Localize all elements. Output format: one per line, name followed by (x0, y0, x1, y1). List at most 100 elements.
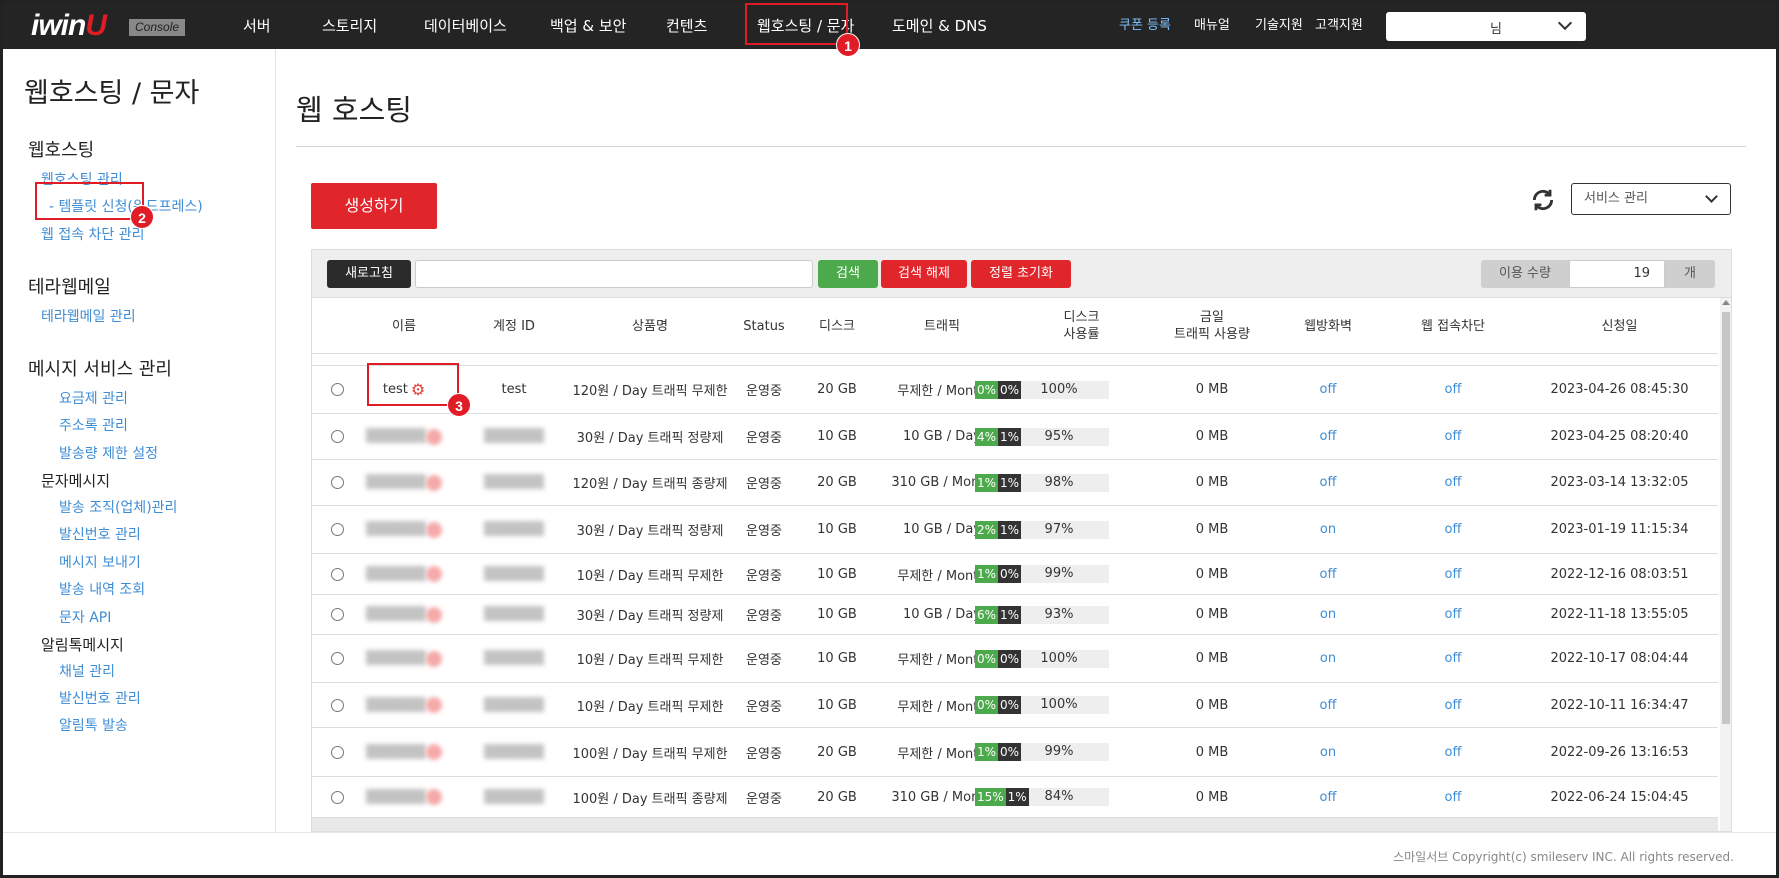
row-select-radio[interactable] (331, 652, 344, 665)
gear-icon[interactable] (426, 789, 442, 805)
sidebar-item-alimtalk-send[interactable]: 알림톡 발송 (59, 715, 128, 735)
gear-icon[interactable] (426, 428, 442, 445)
row-select-radio[interactable] (331, 608, 344, 621)
sidebar-item-send-limit[interactable]: 발송량 제한 설정 (59, 443, 158, 463)
sidebar-item-send-message[interactable]: 메시지 보내기 (59, 552, 141, 572)
row-select-radio[interactable] (331, 383, 344, 396)
table-row[interactable]: ▒▒▒▒▒▒ ▒▒▒▒▒▒ 100원 / Day 트래픽 종량제 운영중 20 GB 31… (312, 777, 1718, 818)
gear-icon[interactable] (426, 521, 442, 538)
nav-backup-security[interactable]: 백업 & 보안 (550, 3, 626, 49)
cell-name[interactable]: ▒▒▒▒▒▒ (352, 506, 456, 553)
cell-block[interactable]: off (1385, 595, 1521, 634)
row-select-radio[interactable] (331, 567, 344, 581)
col-web-block[interactable]: 웹 접속차단 (1385, 298, 1521, 354)
table-row[interactable]: ▒▒▒▒▒▒ ▒▒▒▒▒▒ 30원 / Day 트래픽 정량제 운영중 10 GB 10 … (312, 595, 1718, 635)
cell-block[interactable]: off (1385, 366, 1521, 413)
sidebar-item-sms-api[interactable]: 문자 API (59, 607, 111, 627)
col-account[interactable]: 계정 ID (456, 298, 572, 354)
table-row[interactable]: ▒▒▒▒▒▒ ▒▒▒▒▒▒ 30원 / Day 트래픽 정량제 운영중 10 GB 10 … (312, 414, 1718, 460)
cell-block[interactable]: off (1385, 460, 1521, 505)
tech-support-link[interactable]: 기술지원 (1255, 3, 1303, 49)
col-traffic[interactable]: 트래픽 (874, 298, 1010, 354)
scroll-up-arrow-icon[interactable] (1722, 300, 1730, 305)
cell-block[interactable]: off (1385, 414, 1521, 459)
nav-domain-dns[interactable]: 도메인 & DNS (892, 3, 987, 49)
cell-block[interactable]: off (1385, 683, 1521, 727)
cell-waf[interactable]: off (1271, 554, 1385, 594)
nav-database[interactable]: 데이터베이스 (424, 3, 507, 49)
cell-waf[interactable]: on (1271, 728, 1385, 776)
sort-reset-button[interactable]: 정렬 초기화 (971, 260, 1071, 288)
cell-name[interactable]: ▒▒▒▒▒▒ (352, 728, 456, 776)
col-disk-usage[interactable]: 디스크 사용률 (1010, 298, 1153, 354)
cell-waf[interactable]: on (1271, 595, 1385, 634)
gear-icon[interactable] (426, 650, 442, 667)
sidebar-item-sender-number[interactable]: 발신번호 관리 (59, 524, 141, 544)
sidebar-item-web-block[interactable]: 웹 접속 차단 관리 (41, 224, 145, 244)
cell-block[interactable]: off (1385, 777, 1521, 817)
customer-support-link[interactable]: 고객지원 (1315, 3, 1363, 49)
cell-name[interactable]: ▒▒▒▒▒▒ (352, 635, 456, 682)
sidebar-item-plan[interactable]: 요금제 관리 (59, 388, 128, 408)
table-row[interactable]: ▒▒▒▒▒▒ ▒▒▒▒▒▒ 30원 / Day 트래픽 정량제 운영중 10 GB 10 … (312, 506, 1718, 554)
refresh-icon[interactable] (1530, 187, 1556, 213)
sidebar-item-sender-org[interactable]: 발송 조직(업체)관리 (59, 497, 177, 517)
table-row[interactable]: test ⚙ test 120원 / Day 트래픽 무제한 운영중 20 GB 무제한 /… (312, 366, 1718, 414)
sidebar-item-terawebmail-manage[interactable]: 테라웹메일 관리 (41, 306, 136, 326)
cell-block[interactable]: off (1385, 554, 1521, 594)
col-product[interactable]: 상품명 (572, 298, 728, 354)
row-select-radio[interactable] (331, 790, 344, 804)
table-row[interactable]: ▒▒▒▒▒▒ ▒▒▒▒▒▒ 10원 / Day 트래픽 무제한 운영중 10 GB 무제한… (312, 635, 1718, 683)
cell-waf[interactable]: off (1271, 460, 1385, 505)
nav-server[interactable]: 서버 (243, 3, 271, 49)
cell-name[interactable]: ▒▒▒▒▒▒ (352, 683, 456, 727)
table-row[interactable]: ▒▒▒▒▒▒ ▒▒▒▒▒▒ 10원 / Day 트래픽 무제한 운영중 10 GB 무제한… (312, 554, 1718, 595)
col-date[interactable]: 신청일 (1521, 298, 1718, 354)
nav-contents[interactable]: 컨텐츠 (666, 3, 707, 49)
cell-name[interactable]: ▒▒▒▒▒▒ (352, 777, 456, 817)
gear-icon[interactable] (426, 744, 442, 760)
gear-icon[interactable] (426, 606, 442, 623)
cell-name[interactable]: ▒▒▒▒▒▒ (352, 554, 456, 594)
cell-name[interactable]: ▒▒▒▒▒▒ (352, 595, 456, 634)
table-row[interactable]: ▒▒▒▒▒▒ ▒▒▒▒▒▒ 120원 / Day 트래픽 종량제 운영중 20 GB 31… (312, 460, 1718, 506)
col-waf[interactable]: 웹방화벽 (1271, 298, 1385, 354)
table-row[interactable]: ▒▒▒▒▒▒ ▒▒▒▒▒▒ 10원 / Day 트래픽 무제한 운영중 10 GB 무제한… (312, 683, 1718, 728)
cell-name[interactable]: ▒▒▒▒▒▒ (352, 414, 456, 459)
cell-waf[interactable]: on (1271, 506, 1385, 553)
cell-waf[interactable]: off (1271, 366, 1385, 413)
iwin-logo[interactable]: iwinU (31, 9, 107, 43)
sidebar-item-channel[interactable]: 채널 관리 (59, 661, 115, 681)
cell-waf[interactable]: on (1271, 635, 1385, 682)
sidebar-item-alimtalk-sender[interactable]: 발신번호 관리 (59, 688, 141, 708)
nav-storage[interactable]: 스토리지 (322, 3, 377, 49)
row-select-radio[interactable] (331, 476, 344, 489)
cell-block[interactable]: off (1385, 635, 1521, 682)
row-select-radio[interactable] (331, 430, 344, 443)
col-today-traffic[interactable]: 금일 트래픽 사용량 (1153, 298, 1271, 354)
cell-waf[interactable]: off (1271, 683, 1385, 727)
gear-icon[interactable] (426, 566, 442, 582)
sidebar-item-addressbook[interactable]: 주소록 관리 (59, 415, 128, 435)
cell-block[interactable]: off (1385, 506, 1521, 553)
search-clear-button[interactable]: 검색 해제 (881, 260, 967, 288)
sidebar-item-send-history[interactable]: 발송 내역 조회 (59, 579, 145, 599)
table-scrollbar[interactable] (1720, 298, 1731, 831)
row-select-radio[interactable] (331, 745, 344, 759)
cell-block[interactable]: off (1385, 728, 1521, 776)
row-select-radio[interactable] (331, 698, 344, 712)
gear-icon[interactable] (426, 474, 442, 491)
refresh-button[interactable]: 새로고침 (327, 260, 411, 288)
user-dropdown[interactable]: 님 (1386, 12, 1586, 41)
table-row[interactable]: ▒▒▒▒▒▒ ▒▒▒▒▒▒ 100원 / Day 트래픽 무제한 운영중 20 GB 무제… (312, 728, 1718, 777)
col-name[interactable]: 이름 (352, 298, 456, 354)
col-disk[interactable]: 디스크 (800, 298, 874, 354)
scroll-thumb[interactable] (1722, 312, 1730, 724)
manual-link[interactable]: 매뉴얼 (1194, 3, 1230, 49)
cell-waf[interactable]: off (1271, 414, 1385, 459)
row-select-radio[interactable] (331, 523, 344, 536)
service-manage-select[interactable]: 서비스 관리 (1571, 183, 1731, 215)
create-button[interactable]: 생성하기 (311, 183, 437, 229)
col-status[interactable]: Status (728, 298, 800, 354)
cell-name[interactable]: ▒▒▒▒▒▒ (352, 460, 456, 505)
